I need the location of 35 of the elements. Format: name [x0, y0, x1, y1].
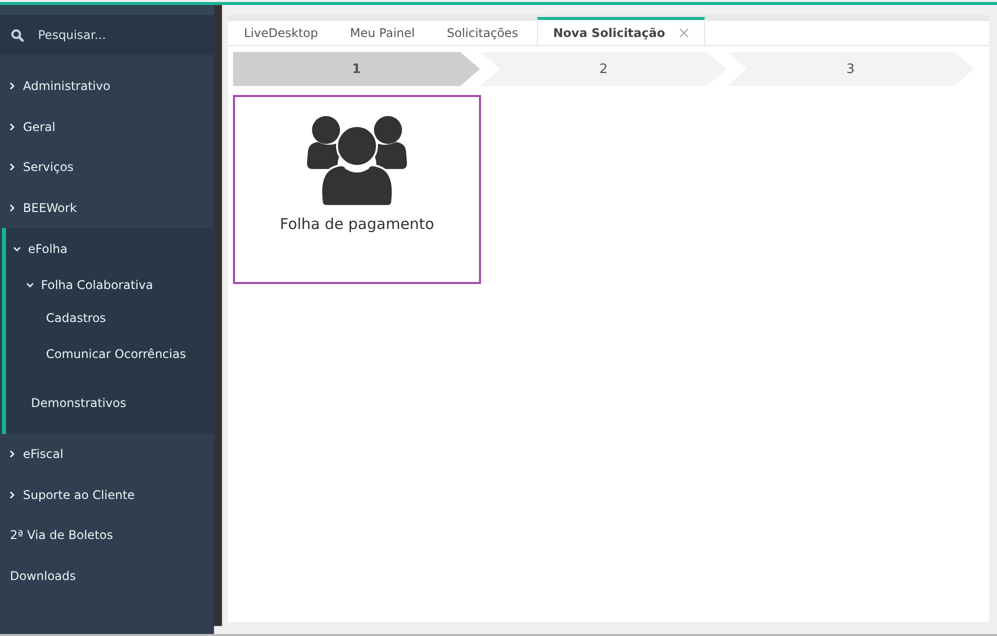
- menu-item[interactable]: Downloads: [0, 556, 214, 596]
- wizard-step: 3: [727, 52, 974, 86]
- chevron-icon: [8, 450, 16, 458]
- menu-item[interactable]: Administrativo: [0, 66, 214, 106]
- request-card[interactable]: Folha de pagamento: [233, 95, 481, 284]
- chevron-icon: [8, 122, 16, 131]
- close-icon[interactable]: [679, 28, 690, 38]
- tab[interactable]: LiveDesktop: [231, 21, 331, 45]
- menu-item[interactable]: BEEWork: [0, 188, 214, 228]
- menu-item[interactable]: eFolha: [6, 228, 214, 270]
- menu-item[interactable]: Comunicar Ocorrências: [6, 336, 214, 372]
- menu-item[interactable]: Geral: [0, 106, 214, 147]
- menu-item[interactable]: Serviços: [0, 147, 214, 188]
- chevron-icon: [13, 245, 21, 253]
- menu-item[interactable]: Folha Colaborativa: [6, 270, 214, 300]
- users-icon: [306, 113, 408, 207]
- tab[interactable]: Meu Painel: [337, 21, 428, 45]
- search-icon: [11, 29, 24, 42]
- wizard-step: 2: [480, 52, 727, 86]
- search-field[interactable]: Pesquisar...: [0, 15, 214, 55]
- scrollbar[interactable]: [214, 5, 222, 626]
- menu-item[interactable]: 2ª Via de Boletos: [0, 515, 214, 556]
- tab[interactable]: Nova Solicitação: [537, 17, 706, 45]
- chevron-icon: [8, 490, 16, 499]
- chevron-icon: [26, 281, 34, 289]
- menu-item[interactable]: Demonstrativos: [6, 372, 214, 434]
- chevron-icon: [8, 204, 16, 212]
- chevron-icon: [8, 163, 16, 172]
- menu-item[interactable]: eFiscal: [0, 434, 214, 474]
- tab[interactable]: Solicitações: [434, 21, 532, 45]
- wizard-step: 1: [233, 52, 480, 86]
- chevron-icon: [8, 82, 16, 90]
- menu-item[interactable]: Suporte ao Cliente: [0, 474, 214, 515]
- menu-item[interactable]: Cadastros: [6, 300, 214, 336]
- card-label: Folha de pagamento: [280, 215, 434, 233]
